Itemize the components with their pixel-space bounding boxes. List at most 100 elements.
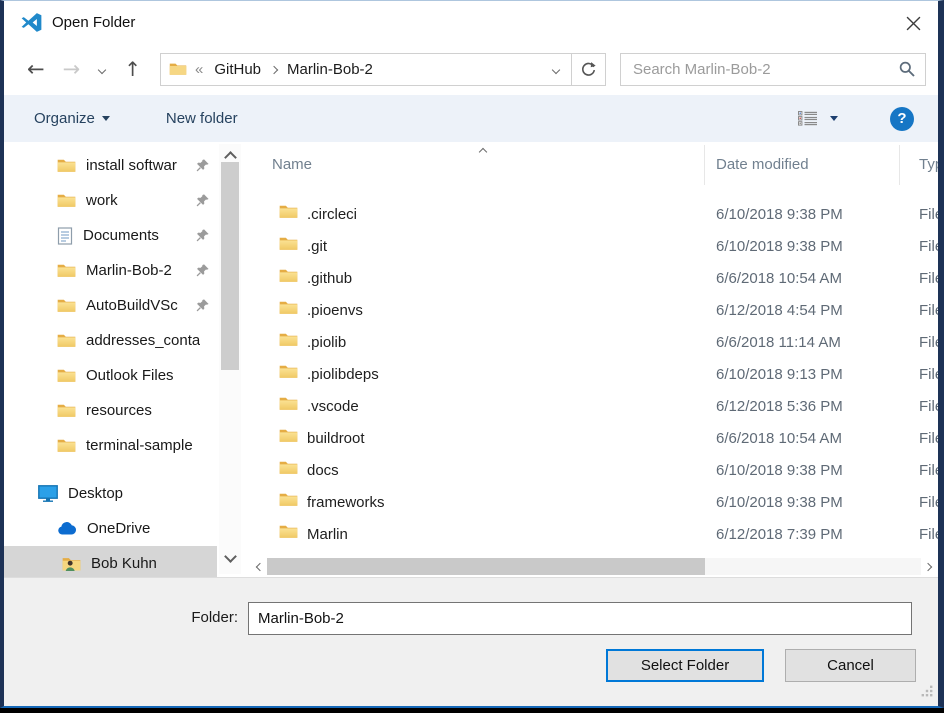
onedrive-cloud-icon xyxy=(57,522,77,535)
folder-icon xyxy=(57,403,76,418)
organize-menu[interactable]: Organize xyxy=(34,110,110,127)
sidebar-item[interactable]: install softwar xyxy=(4,148,217,183)
sidebar-item[interactable]: Bob Kuhn xyxy=(4,546,217,577)
folder-icon xyxy=(279,524,298,544)
file-row[interactable]: .pioenvs 6/12/2018 4:54 PM File xyxy=(244,294,938,326)
sidebar-item[interactable]: Desktop xyxy=(4,476,217,511)
file-type: File xyxy=(919,494,938,511)
details-view-icon xyxy=(798,111,818,126)
sidebar-item[interactable]: addresses_conta xyxy=(4,323,217,358)
scroll-right-icon[interactable] xyxy=(921,564,935,570)
sort-ascending-icon xyxy=(480,142,486,160)
close-icon[interactable] xyxy=(900,10,926,36)
file-row[interactable]: .piolibdeps 6/10/2018 9:13 PM File xyxy=(244,358,938,390)
file-row[interactable]: docs 6/10/2018 9:38 PM File xyxy=(244,454,938,486)
sidebar-item[interactable]: Marlin-Bob-2 xyxy=(4,253,217,288)
column-header-name[interactable]: Name xyxy=(272,156,312,173)
toolbar-right-group: ? xyxy=(798,107,922,131)
file-name: Marlin xyxy=(307,526,348,543)
main-content: install softwar work Documents Marlin-Bo… xyxy=(4,142,938,577)
folder-icon xyxy=(279,268,298,288)
file-name: .piolib xyxy=(307,334,346,351)
breadcrumb-overflow[interactable]: « xyxy=(195,61,203,78)
column-header-type[interactable]: Typ xyxy=(919,156,938,173)
column-header-date-modified[interactable]: Date modified xyxy=(716,156,809,173)
address-bar[interactable]: « GitHub Marlin-Bob-2 xyxy=(160,53,572,86)
file-list-header: Name Date modified Typ xyxy=(244,142,938,187)
sidebar-item[interactable]: resources xyxy=(4,393,217,428)
file-date-modified: 6/12/2018 7:39 PM xyxy=(716,526,843,543)
file-row[interactable]: frameworks 6/10/2018 9:38 PM File xyxy=(244,486,938,518)
sidebar-item-label: resources xyxy=(86,402,152,419)
file-row[interactable]: .piolib 6/6/2018 11:14 AM File xyxy=(244,326,938,358)
file-row[interactable]: Marlin 6/12/2018 7:39 PM File xyxy=(244,518,938,550)
resize-grip-icon[interactable] xyxy=(921,685,934,703)
forward-arrow-icon[interactable]: → xyxy=(54,59,90,80)
cancel-button[interactable]: Cancel xyxy=(785,649,916,682)
refresh-icon xyxy=(580,61,597,78)
file-list: Name Date modified Typ .circleci 6/10/20… xyxy=(244,142,938,577)
title-bar: Open Folder xyxy=(4,1,938,43)
user-folder-icon xyxy=(62,556,81,572)
sidebar-item-label: AutoBuildVSc xyxy=(86,297,178,314)
breadcrumb-item-github[interactable]: GitHub xyxy=(210,61,265,78)
scrollbar-track[interactable] xyxy=(267,558,921,575)
file-date-modified: 6/12/2018 4:54 PM xyxy=(716,302,843,319)
horizontal-scrollbar[interactable] xyxy=(253,558,935,575)
scrollbar-thumb[interactable] xyxy=(267,558,705,575)
file-type: File xyxy=(919,430,938,447)
refresh-button[interactable] xyxy=(572,53,606,86)
file-name: .github xyxy=(307,270,352,287)
file-row[interactable]: buildroot 6/6/2018 10:54 AM File xyxy=(244,422,938,454)
file-row[interactable]: .github 6/6/2018 10:54 AM File xyxy=(244,262,938,294)
search-input[interactable] xyxy=(631,60,899,79)
folder-icon xyxy=(279,364,298,384)
desktop-icon xyxy=(38,485,58,502)
help-button[interactable]: ? xyxy=(890,107,914,131)
vscode-logo-icon xyxy=(20,11,43,34)
folder-icon xyxy=(279,460,298,480)
file-row[interactable]: .vscode 6/12/2018 5:36 PM File xyxy=(244,390,938,422)
sidebar-item-label: Documents xyxy=(83,227,159,244)
file-row[interactable]: .git 6/10/2018 9:38 PM File xyxy=(244,230,938,262)
file-rows: .circleci 6/10/2018 9:38 PM File .git 6/… xyxy=(244,198,938,550)
up-arrow-icon[interactable]: ↑ xyxy=(115,59,150,79)
recent-locations-chevron-icon[interactable] xyxy=(89,60,115,78)
sidebar-item[interactable]: OneDrive xyxy=(4,511,217,546)
sidebar-item[interactable]: Outlook Files xyxy=(4,358,217,393)
sidebar-item[interactable]: work xyxy=(4,183,217,218)
scroll-left-icon[interactable] xyxy=(253,564,267,570)
back-arrow-icon[interactable]: ← xyxy=(18,59,54,80)
scroll-down-icon[interactable] xyxy=(226,548,235,566)
file-type: File xyxy=(919,334,938,351)
sidebar-item-label: OneDrive xyxy=(87,520,150,537)
sidebar-item[interactable]: terminal-sample xyxy=(4,428,217,463)
change-view-button[interactable] xyxy=(798,111,838,126)
file-date-modified: 6/10/2018 9:38 PM xyxy=(716,462,843,479)
pin-icon xyxy=(196,263,210,281)
sidebar-item[interactable]: Documents xyxy=(4,218,217,253)
column-separator[interactable] xyxy=(704,145,705,185)
folder-name-input[interactable] xyxy=(248,602,912,635)
sidebar-item-label: install softwar xyxy=(86,157,177,174)
breadcrumb-item-current[interactable]: Marlin-Bob-2 xyxy=(283,61,377,78)
folder-icon xyxy=(57,438,76,453)
new-folder-button[interactable]: New folder xyxy=(166,110,238,127)
sidebar-item-label: addresses_conta xyxy=(86,332,200,349)
address-dropdown-chevron-icon[interactable] xyxy=(549,60,563,78)
file-row[interactable]: .circleci 6/10/2018 9:38 PM File xyxy=(244,198,938,230)
scrollbar-thumb[interactable] xyxy=(221,162,239,370)
select-folder-button[interactable]: Select Folder xyxy=(606,649,764,682)
pin-icon xyxy=(196,193,210,211)
folder-label: Folder: xyxy=(134,609,238,626)
file-type: File xyxy=(919,366,938,383)
folder-icon xyxy=(57,193,76,208)
folder-icon xyxy=(57,368,76,383)
caret-down-icon xyxy=(102,116,110,121)
sidebar-item[interactable]: AutoBuildVSc xyxy=(4,288,217,323)
column-separator[interactable] xyxy=(899,145,900,185)
sidebar-scrollbar[interactable] xyxy=(219,144,241,574)
file-date-modified: 6/10/2018 9:38 PM xyxy=(716,238,843,255)
file-date-modified: 6/6/2018 11:14 AM xyxy=(716,334,841,351)
search-icon[interactable] xyxy=(899,61,915,77)
